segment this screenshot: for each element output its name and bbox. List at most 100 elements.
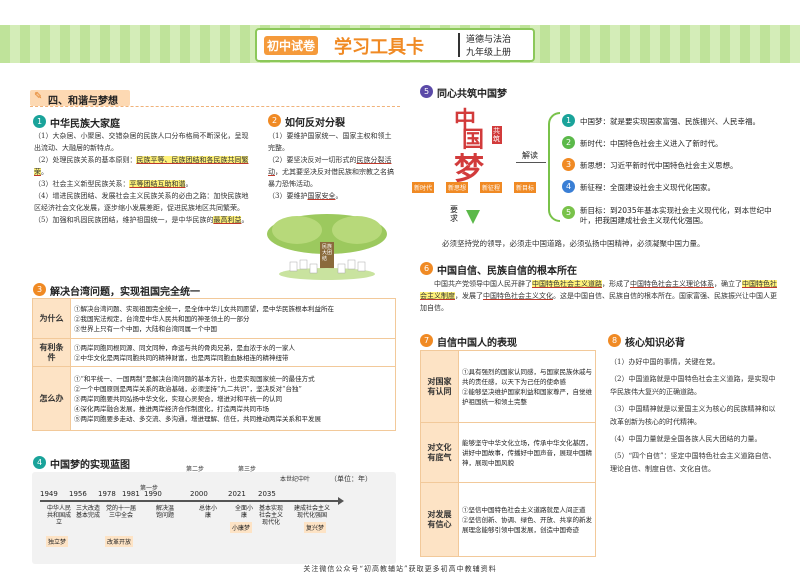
dream-tag: 共筑 bbox=[492, 126, 502, 144]
section-title-harmony: 四、和谐与梦想 bbox=[48, 96, 118, 107]
dream-item: 中国梦：就是要实现国家富强、民族振兴、人民幸福。 bbox=[580, 117, 760, 126]
num-2: 2 bbox=[268, 114, 281, 127]
dream-item: 新思想：习近平新时代中国特色社会主义思想。 bbox=[580, 161, 738, 170]
s2-l2: （2）要坚决反对一切形式的民族分裂活动，尤其要坚决反对借民族和宗教之名搞暴力恐怖… bbox=[268, 156, 394, 188]
s3-row-body: ①“和平统一、一国两制”是解决台湾问题的基本方针，也是实现国家统一的最佳方式 ②一… bbox=[70, 366, 396, 431]
num-6: 6 bbox=[420, 262, 433, 275]
s1-body: （1）大杂居、小聚居、交错杂居的民族人口分布格局不断深化，呈现出流动、大融居的新… bbox=[34, 130, 249, 226]
timeline-tag: 独立梦 bbox=[46, 536, 69, 547]
s7-row-head: 对文化有底气 bbox=[420, 422, 459, 483]
num-3: 3 bbox=[33, 283, 46, 296]
s2-title: 如何反对分裂 bbox=[285, 118, 345, 129]
timeline-tag: 小康梦 bbox=[230, 522, 253, 533]
s1-p3-highlight: 平等团结互助和谐 bbox=[129, 180, 186, 188]
s6-highlight: 中国特色社会主义道路 bbox=[532, 280, 602, 288]
num-4: 4 bbox=[33, 456, 46, 469]
s6-underline: 中国特色社会主义文化 bbox=[483, 292, 553, 300]
s3-table: 为什么 ①解决台湾问题、实现祖国完全统一，是全体中华儿女共同愿望，是中华民族根本… bbox=[32, 298, 396, 431]
s6-underline: 中国特色社会主义理论体系 bbox=[630, 280, 714, 288]
timeline-event: 党的十一届三中全会 bbox=[106, 505, 137, 519]
timeline-year: 1990 bbox=[144, 490, 162, 498]
timeline-step-3: 第三步 bbox=[238, 466, 257, 473]
timeline-axis bbox=[40, 500, 340, 502]
timeline-event: 基本实现社会主义现代化 bbox=[258, 505, 283, 526]
timeline-event: 解决温饱问题 bbox=[155, 505, 174, 519]
s3-row-body: ①解决台湾问题、实现祖国完全统一，是全体中华儿女共同愿望，是中华民族根本利益所在… bbox=[70, 298, 396, 339]
s5-title: 同心共筑中国梦 bbox=[437, 89, 507, 100]
s7-row: 对国家有认同 ①具有强烈的国家认同感，与国家民族休戚与共的责任感，以天下为己任的… bbox=[420, 350, 596, 423]
dream-item: 新时代：中国特色社会主义进入了新时代。 bbox=[580, 139, 723, 148]
dream-item: 新征程：全面建设社会主义现代化国家。 bbox=[580, 183, 715, 192]
s1-p3: （3）社会主义新型民族关系：平等团结互助和谐。 bbox=[34, 180, 193, 188]
timeline-event: 总体小康 bbox=[198, 505, 217, 519]
s7-row: 对发展有信心 ①坚信中国特色社会主义道路就是人间正道 ②坚信创新、协调、绿色、开放… bbox=[420, 482, 596, 557]
timeline-tag: 复兴梦 bbox=[304, 522, 327, 533]
dream-read-line bbox=[516, 162, 546, 163]
dream-num: 3 bbox=[562, 158, 575, 171]
dream-req-label: 要求 bbox=[450, 205, 458, 223]
s1-p2: （2）处理民族关系的基本原则：民族平等、民族团结和各民族共同繁荣。 bbox=[34, 156, 249, 176]
dream-label: 新思想 bbox=[446, 182, 469, 193]
timeline-step-mid: 本世纪中叶 bbox=[280, 476, 311, 483]
dream-label: 新征程 bbox=[480, 182, 503, 193]
timeline-event: 全面小康 bbox=[234, 505, 253, 519]
section-banner-icon: ✎ bbox=[34, 91, 43, 102]
s7-row-body: ①具有强烈的国家认同感，与国家民族休戚与共的责任感，以天下为己任的使命感 ②能够坚… bbox=[458, 350, 596, 423]
dream-footer: 必须坚持党的领导，必须走中国道路，必须弘扬中国精神，必须凝聚中国力量。 bbox=[442, 239, 705, 248]
dream-req-arrow bbox=[466, 210, 480, 224]
s7-row-head: 对发展有信心 bbox=[420, 482, 459, 557]
s4b-title: 中国梦的实现蓝图 bbox=[50, 460, 130, 471]
s2-l3: （3）要维护国家安全。 bbox=[268, 192, 343, 200]
timeline-tag: 改革开放 bbox=[105, 536, 134, 547]
s3-row-head: 怎么办 bbox=[32, 366, 71, 431]
timeline-year: 1981 bbox=[122, 490, 140, 498]
header-title: 学习工具卡 bbox=[334, 37, 424, 58]
s3-row-head: 有利条件 bbox=[32, 338, 71, 367]
s6-title: 中国自信、民族自信的根本所在 bbox=[437, 266, 577, 277]
s7-row: 对文化有底气 能够坚守中华文化立场，传承中华文化基因，讲好中国故事，传播好中国声… bbox=[420, 422, 596, 483]
timeline-event: 三大改造基本完成 bbox=[76, 505, 101, 519]
dream-brace bbox=[548, 112, 560, 222]
s7-row-head: 对国家有认同 bbox=[420, 350, 459, 423]
header-brand: 初中试卷 bbox=[264, 36, 319, 55]
num-1: 1 bbox=[33, 115, 46, 128]
s7-title: 自信中国人的表现 bbox=[437, 338, 517, 349]
header-grade: 九年级上册 bbox=[466, 48, 512, 58]
num-8: 8 bbox=[608, 334, 621, 347]
s1-p1: （1）大杂居、小聚居、交错杂居的民族人口分布格局不断深化，呈现出流动、大融居的新… bbox=[34, 132, 249, 152]
s2-l3-underline: 国家安全 bbox=[307, 192, 336, 200]
num-7: 7 bbox=[420, 334, 433, 347]
num-5: 5 bbox=[420, 85, 433, 98]
s7-row-body: ①坚信中国特色社会主义道路就是人间正道 ②坚信创新、协调、绿色、开放、共享的新发展… bbox=[458, 482, 596, 557]
header-subject: 道德与法治 bbox=[466, 35, 512, 45]
s7-row-body: 能够坚守中华文化立场，传承中华文化基因，讲好中国故事，传播好中国声音，展现中国精… bbox=[458, 422, 596, 483]
timeline-year: 1949 bbox=[40, 490, 58, 498]
timeline-year: 2035 bbox=[258, 490, 276, 498]
s8-title: 核心知识必背 bbox=[625, 338, 685, 349]
dream-label: 新目标 bbox=[514, 182, 537, 193]
timeline-unit: （单位：年） bbox=[330, 475, 372, 483]
timeline-year: 2021 bbox=[228, 490, 246, 498]
dream-read-label: 解读 bbox=[522, 151, 538, 160]
s3-row-how: 怎么办 ①“和平统一、一国两制”是解决台湾问题的基本方针，也是实现国家统一的最佳… bbox=[32, 366, 396, 431]
timeline-year: 1956 bbox=[69, 490, 87, 498]
s8-line: （3）中国精神就是以爱国主义为核心的民族精神和以改革创新为核心的时代精神。 bbox=[610, 405, 776, 426]
timeline-axis-arrow bbox=[338, 497, 344, 505]
dream-label: 新时代 bbox=[412, 182, 435, 193]
timeline-step-2: 第二步 bbox=[186, 466, 205, 473]
s3-title: 解决台湾问题，实现祖国完全统一 bbox=[50, 287, 200, 298]
dream-num: 5 bbox=[562, 206, 575, 219]
s8-line: （5）“四个自信”：坚定中国特色社会主义道路自信、理论自信、制度自信、文化自信。 bbox=[610, 452, 776, 473]
timeline-event: 建成社会主义现代化强国 bbox=[293, 505, 330, 519]
s8-body: （1）办好中国的事情，关键在党。 （2）中国道路就是中国特色社会主义道路，是实现… bbox=[610, 356, 780, 476]
dream-art: 中 国 梦 共筑 bbox=[450, 100, 510, 187]
s8-line: （4）中国力量就是全国各族人民大团结的力量。 bbox=[610, 435, 762, 443]
s1-p5-highlight: 最高利益 bbox=[213, 216, 242, 224]
s2-body: （1）要维护国家统一、国家主权和领土完整。 （2）要坚决反对一切形式的民族分裂活… bbox=[268, 130, 396, 202]
s3-row-conditions: 有利条件 ①两岸同胞同根同源、同文同种，命运与共的骨肉兄弟，是血浓于水的一家人 ②… bbox=[32, 338, 396, 367]
s1-p4: （4）增进民族团结、发展社会主义民族关系的必由之路：加快民族地区经济社会文化发展… bbox=[34, 192, 249, 212]
s6-body: 中国共产党领导中国人民开辟了中国特色社会主义道路，形成了中国特色社会主义理论体系… bbox=[420, 280, 777, 312]
s1-p5: （5）加强和巩固民族团结，维护祖国统一，是中华民族的最高利益。 bbox=[34, 216, 249, 224]
s3-row-why: 为什么 ①解决台湾问题、实现祖国完全统一，是全体中华儿女共同愿望，是中华民族根本… bbox=[32, 298, 396, 339]
s3-row-body: ①两岸同胞同根同源、同文同种，命运与共的骨肉兄弟，是血浓于水的一家人 ②中华文化是… bbox=[70, 338, 396, 367]
